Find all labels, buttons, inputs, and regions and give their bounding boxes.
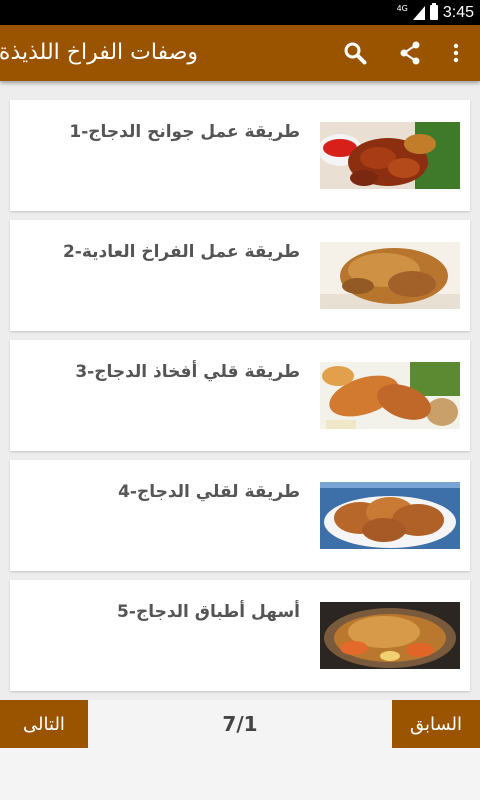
app-title: وصفات الفراخ اللذيذة: [0, 40, 198, 65]
battery-icon: [429, 3, 438, 20]
recipe-title: 4-طريقة لقلي الدجاج: [118, 482, 300, 502]
recipe-title: 1-طريقة عمل جوانح الدجاج: [69, 122, 300, 142]
status-bar: 4G 3:45: [0, 0, 480, 25]
share-icon[interactable]: [392, 35, 428, 71]
recipe-thumbnail: [320, 362, 460, 429]
recipe-thumbnail: [320, 602, 460, 669]
previous-button[interactable]: السابق: [392, 700, 480, 748]
recipe-thumbnail: [320, 242, 460, 309]
list-item[interactable]: 4-طريقة لقلي الدجاج: [10, 460, 470, 571]
page-indicator: 7/1: [222, 712, 258, 736]
recipe-title: 2-طريقة عمل الفراخ العادية: [62, 242, 300, 262]
signal-icon: [412, 5, 425, 20]
list-item[interactable]: 2-طريقة عمل الفراخ العادية: [10, 220, 470, 331]
recipe-thumbnail: [320, 482, 460, 549]
list-item[interactable]: 1-طريقة عمل جوانح الدجاج: [10, 100, 470, 211]
more-vert-icon[interactable]: [438, 35, 474, 71]
list-item[interactable]: 5-أسهل أطباق الدجاج: [10, 580, 470, 691]
search-icon[interactable]: [337, 35, 373, 71]
pagination-bar: التالى 7/1 السابق: [0, 700, 480, 800]
list-item[interactable]: 3-طريقة قلي أفخاذ الدجاج: [10, 340, 470, 451]
recipe-title: 3-طريقة قلي أفخاذ الدجاج: [75, 362, 300, 382]
status-time: 3:45: [442, 3, 474, 21]
app-bar: وصفات الفراخ اللذيذة: [0, 25, 480, 81]
network-type-label: 4G: [396, 3, 408, 13]
recipe-thumbnail: [320, 122, 460, 189]
recipe-title: 5-أسهل أطباق الدجاج: [117, 602, 300, 622]
next-button[interactable]: التالى: [0, 700, 88, 748]
